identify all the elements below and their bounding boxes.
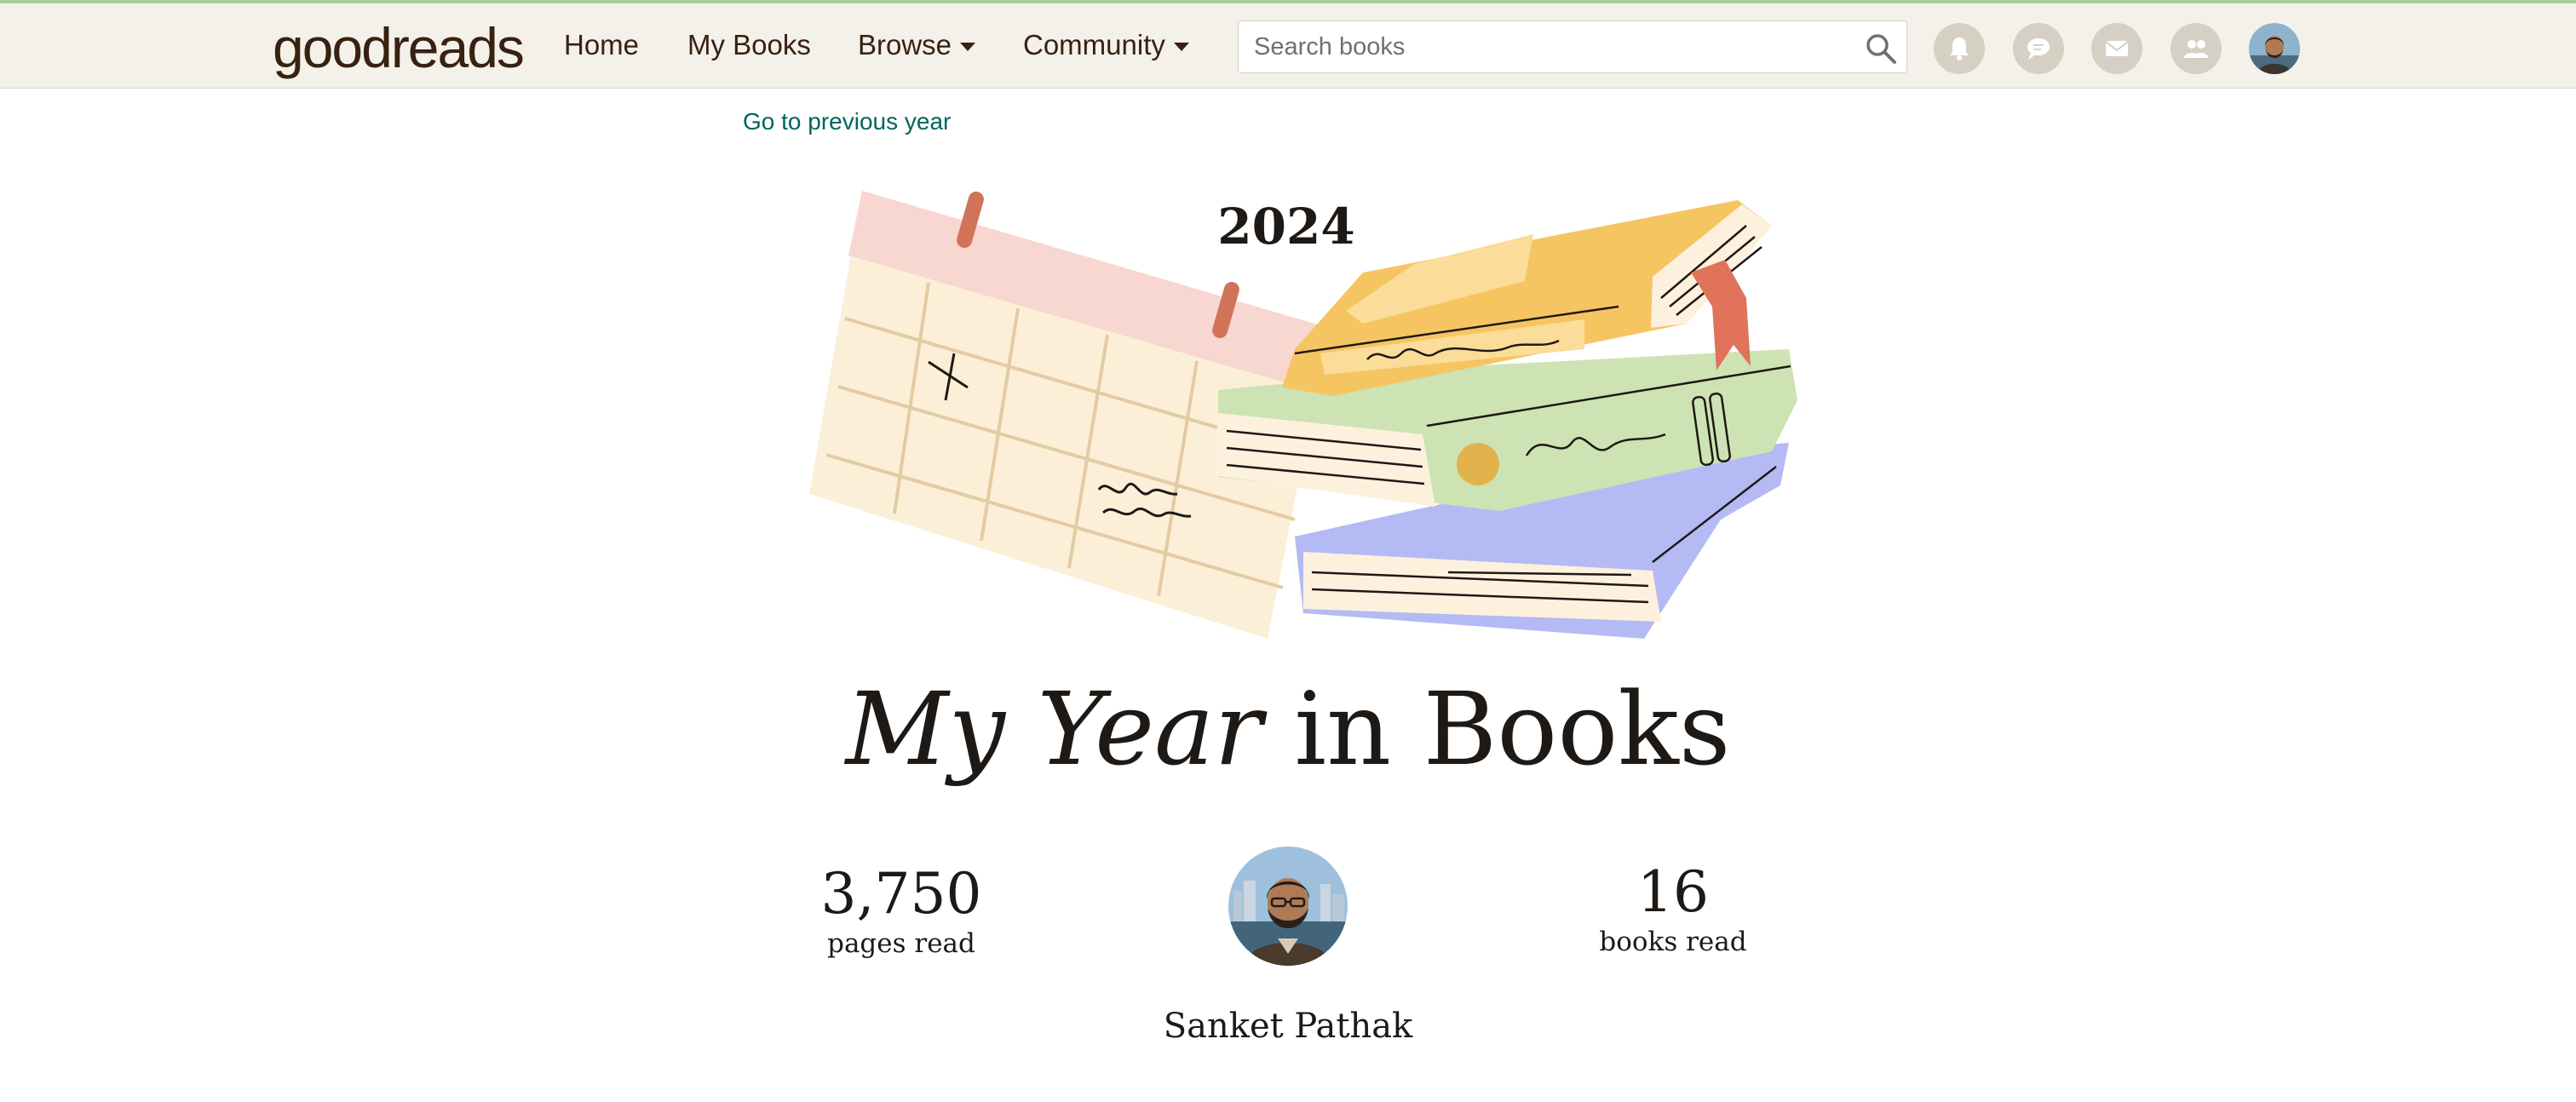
nav-browse-label: Browse <box>858 29 952 60</box>
nav-community-label: Community <box>1023 29 1165 60</box>
nav-my-books-label: My Books <box>687 29 811 60</box>
search-box <box>1238 20 1907 73</box>
profile-avatar[interactable] <box>2249 23 2300 74</box>
pages-read-value: 3,750 <box>820 861 982 927</box>
search-icon[interactable] <box>1864 32 1898 66</box>
nav-my-books[interactable]: My Books <box>687 29 811 61</box>
mail-icon <box>2105 41 2129 56</box>
user-photo <box>2249 23 2300 74</box>
friends-icon <box>2184 40 2208 58</box>
books-read-value: 16 <box>1637 859 1709 925</box>
pages-read-label: pages read <box>827 928 975 959</box>
nav-home[interactable]: Home <box>564 29 639 61</box>
search-input[interactable] <box>1239 21 1883 72</box>
nav-community[interactable]: Community <box>1023 29 1189 61</box>
user-photo <box>1228 847 1348 966</box>
page-title: My Year in Books <box>0 669 2576 789</box>
user-avatar[interactable] <box>1228 847 1348 966</box>
friends-button[interactable] <box>2171 23 2222 74</box>
messages-button[interactable] <box>2091 23 2142 74</box>
user-name[interactable]: Sanket Pathak <box>1032 1007 1544 1046</box>
chevron-down-icon <box>960 43 976 52</box>
year-label: 2024 <box>1217 198 1355 255</box>
books-read-stat: 16 books read <box>1545 858 1801 957</box>
nav-browse[interactable]: Browse <box>858 29 976 61</box>
title-in-books: in Books <box>1294 670 1731 788</box>
logo-reads: reads <box>390 16 525 79</box>
books-read-label: books read <box>1599 927 1747 957</box>
title-year: Year <box>1037 670 1262 788</box>
top-navigation-bar: goodreads Home My Books Browse Community <box>0 0 2576 89</box>
notifications-button[interactable] <box>1934 23 1985 74</box>
title-my: My <box>845 670 1006 788</box>
logo-good: good <box>273 16 393 79</box>
previous-year-link[interactable]: Go to previous year <box>743 108 951 135</box>
nav-home-label: Home <box>564 29 640 60</box>
pages-read-stat: 3,750 pages read <box>773 860 1029 959</box>
discussions-button[interactable] <box>2013 23 2064 74</box>
chat-icon <box>2027 38 2050 60</box>
bell-icon <box>1950 37 1969 60</box>
chevron-down-icon <box>1173 43 1189 52</box>
goodreads-logo[interactable]: goodreads <box>273 15 525 80</box>
